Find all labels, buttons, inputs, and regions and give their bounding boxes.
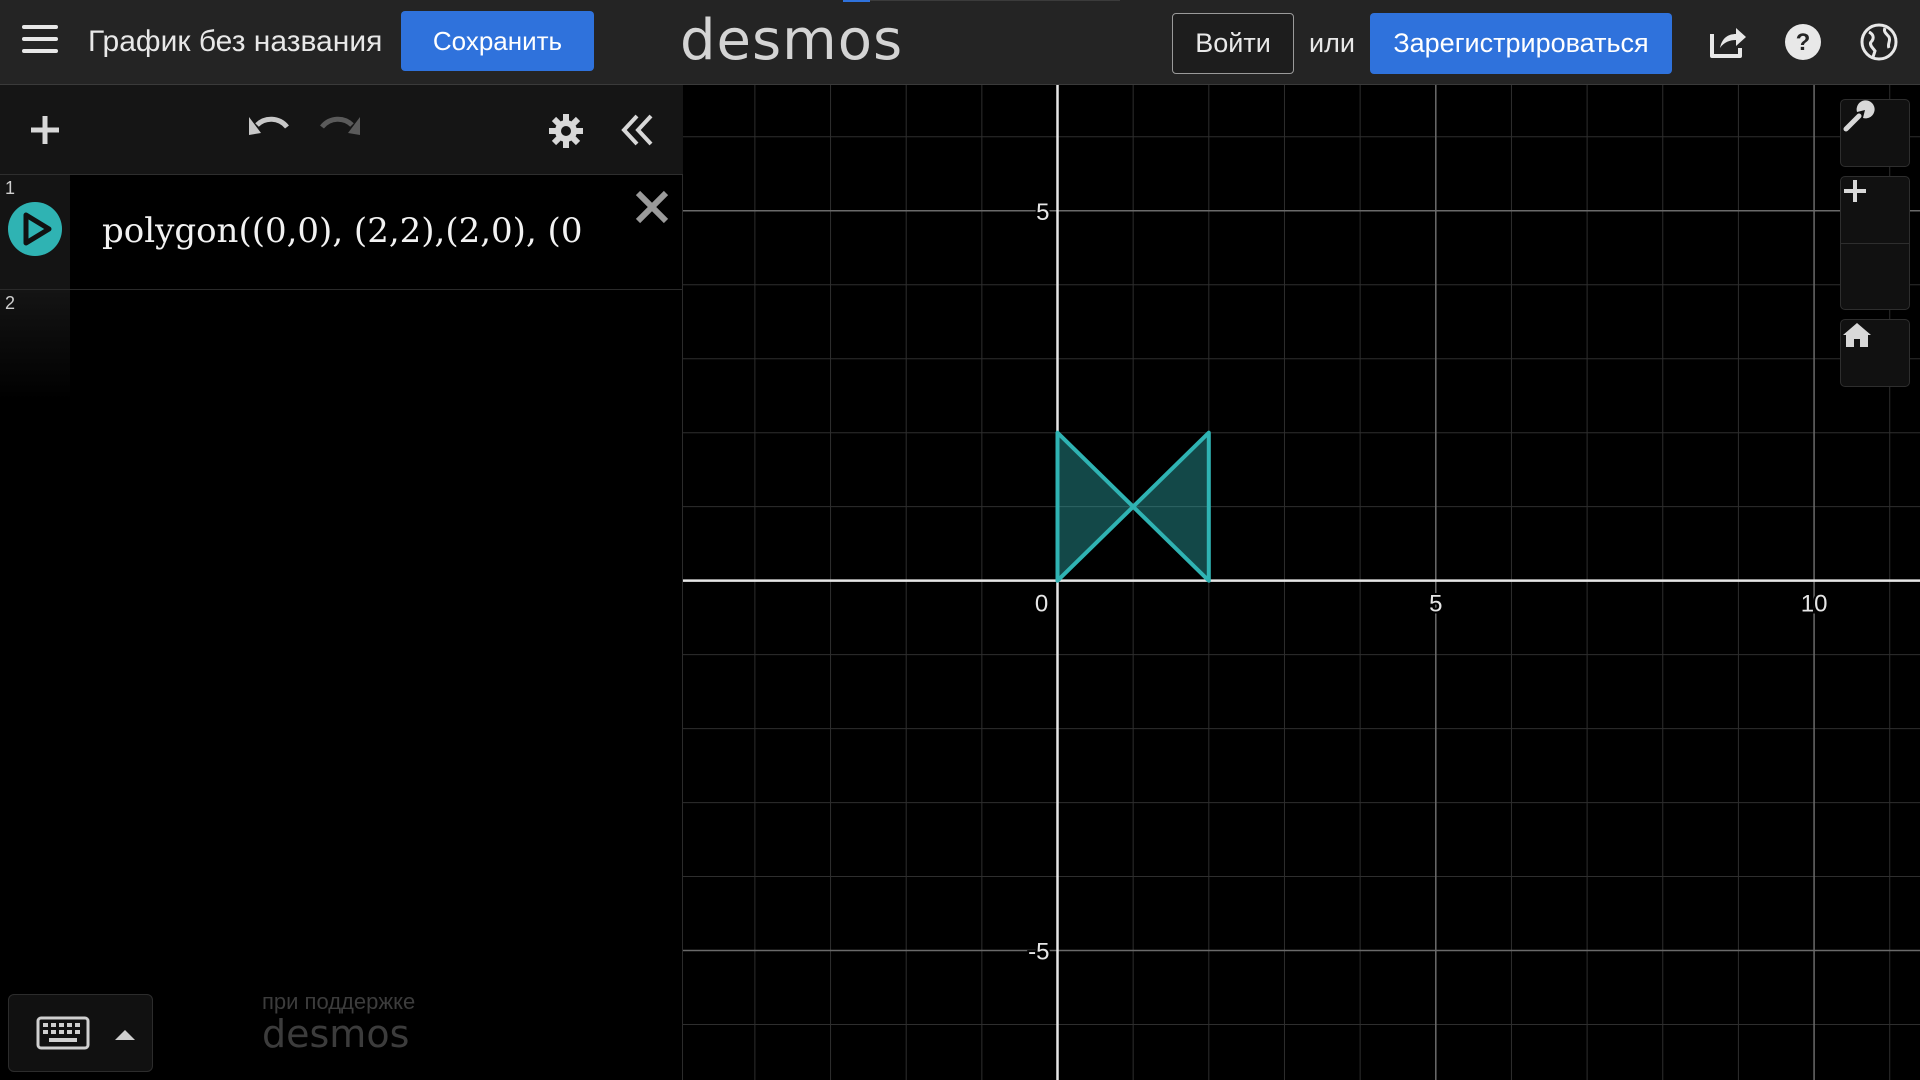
login-button[interactable]: Войти [1172, 13, 1294, 74]
major-grid [683, 85, 1920, 1080]
keyboard-icon [36, 1016, 135, 1050]
expression-row[interactable]: 1 polygon((0,0), (2,2),(2,0), (0 [0, 175, 683, 290]
keyboard-toggle-button[interactable] [8, 994, 153, 1072]
hamburger-icon[interactable] [22, 25, 58, 57]
tick-labels: 0 5 10 5 -5 [1026, 197, 1829, 968]
graph-canvas[interactable]: 0 5 10 5 -5 [683, 85, 1920, 1080]
zoom-out-button[interactable] [1841, 189, 1909, 309]
expression-input[interactable]: polygon((0,0), (2,2),(2,0), (0 [102, 201, 620, 261]
expression-gutter: 1 [0, 175, 70, 289]
top-header: График без названия Сохранить desmos Вой… [0, 0, 1920, 85]
add-icon[interactable] [28, 113, 62, 147]
help-icon[interactable]: ? [1781, 20, 1825, 64]
wrench-icon [1843, 100, 1875, 132]
settings-gear-icon[interactable] [548, 113, 584, 149]
expression-toolbar [0, 85, 683, 175]
header-accent-line-2 [870, 0, 1120, 1]
y-tick-label: 5 [1036, 199, 1049, 226]
or-text: или [1309, 28, 1355, 58]
save-button[interactable]: Сохранить [401, 11, 594, 71]
graph-settings-button[interactable] [1840, 99, 1910, 167]
graph-svg: 0 5 10 5 -5 [683, 85, 1920, 1080]
header-accent-line [843, 0, 870, 2]
x-tick-label: 5 [1429, 591, 1442, 618]
x-tick-label: 10 [1801, 591, 1828, 618]
signup-button[interactable]: Зарегистрироваться [1370, 13, 1672, 74]
redo-icon[interactable] [320, 111, 362, 145]
powered-by-logo: desmos [262, 1012, 410, 1056]
expression-number: 1 [5, 178, 16, 198]
desmos-logo: desmos [680, 8, 904, 73]
globe-icon[interactable] [1857, 20, 1901, 64]
delete-expression-icon[interactable] [632, 187, 672, 227]
play-icon[interactable] [8, 202, 62, 256]
undo-icon[interactable] [247, 111, 289, 145]
axes [683, 85, 1920, 1080]
home-icon [1843, 323, 1871, 347]
expression-panel: 1 polygon((0,0), (2,2),(2,0), (0 2 при п… [0, 85, 683, 1080]
graph-title[interactable]: График без названия [88, 25, 382, 59]
expression-row-empty[interactable]: 2 [0, 290, 683, 400]
zoom-out-icon [1844, 189, 1866, 193]
x-tick-label: 0 [1035, 591, 1048, 618]
powered-by-text: при поддержке [262, 989, 416, 1014]
y-tick-label: -5 [1028, 939, 1049, 966]
expression-number: 2 [5, 293, 16, 313]
expression-gutter: 2 [0, 290, 70, 400]
zoom-controls [1840, 176, 1910, 310]
powered-by-desmos: при поддержке desmos [262, 989, 416, 1056]
home-button[interactable] [1840, 319, 1910, 387]
minor-grid [683, 85, 1920, 1080]
share-icon[interactable] [1706, 20, 1750, 64]
collapse-panel-icon[interactable] [620, 113, 656, 147]
svg-text:?: ? [1796, 29, 1811, 56]
